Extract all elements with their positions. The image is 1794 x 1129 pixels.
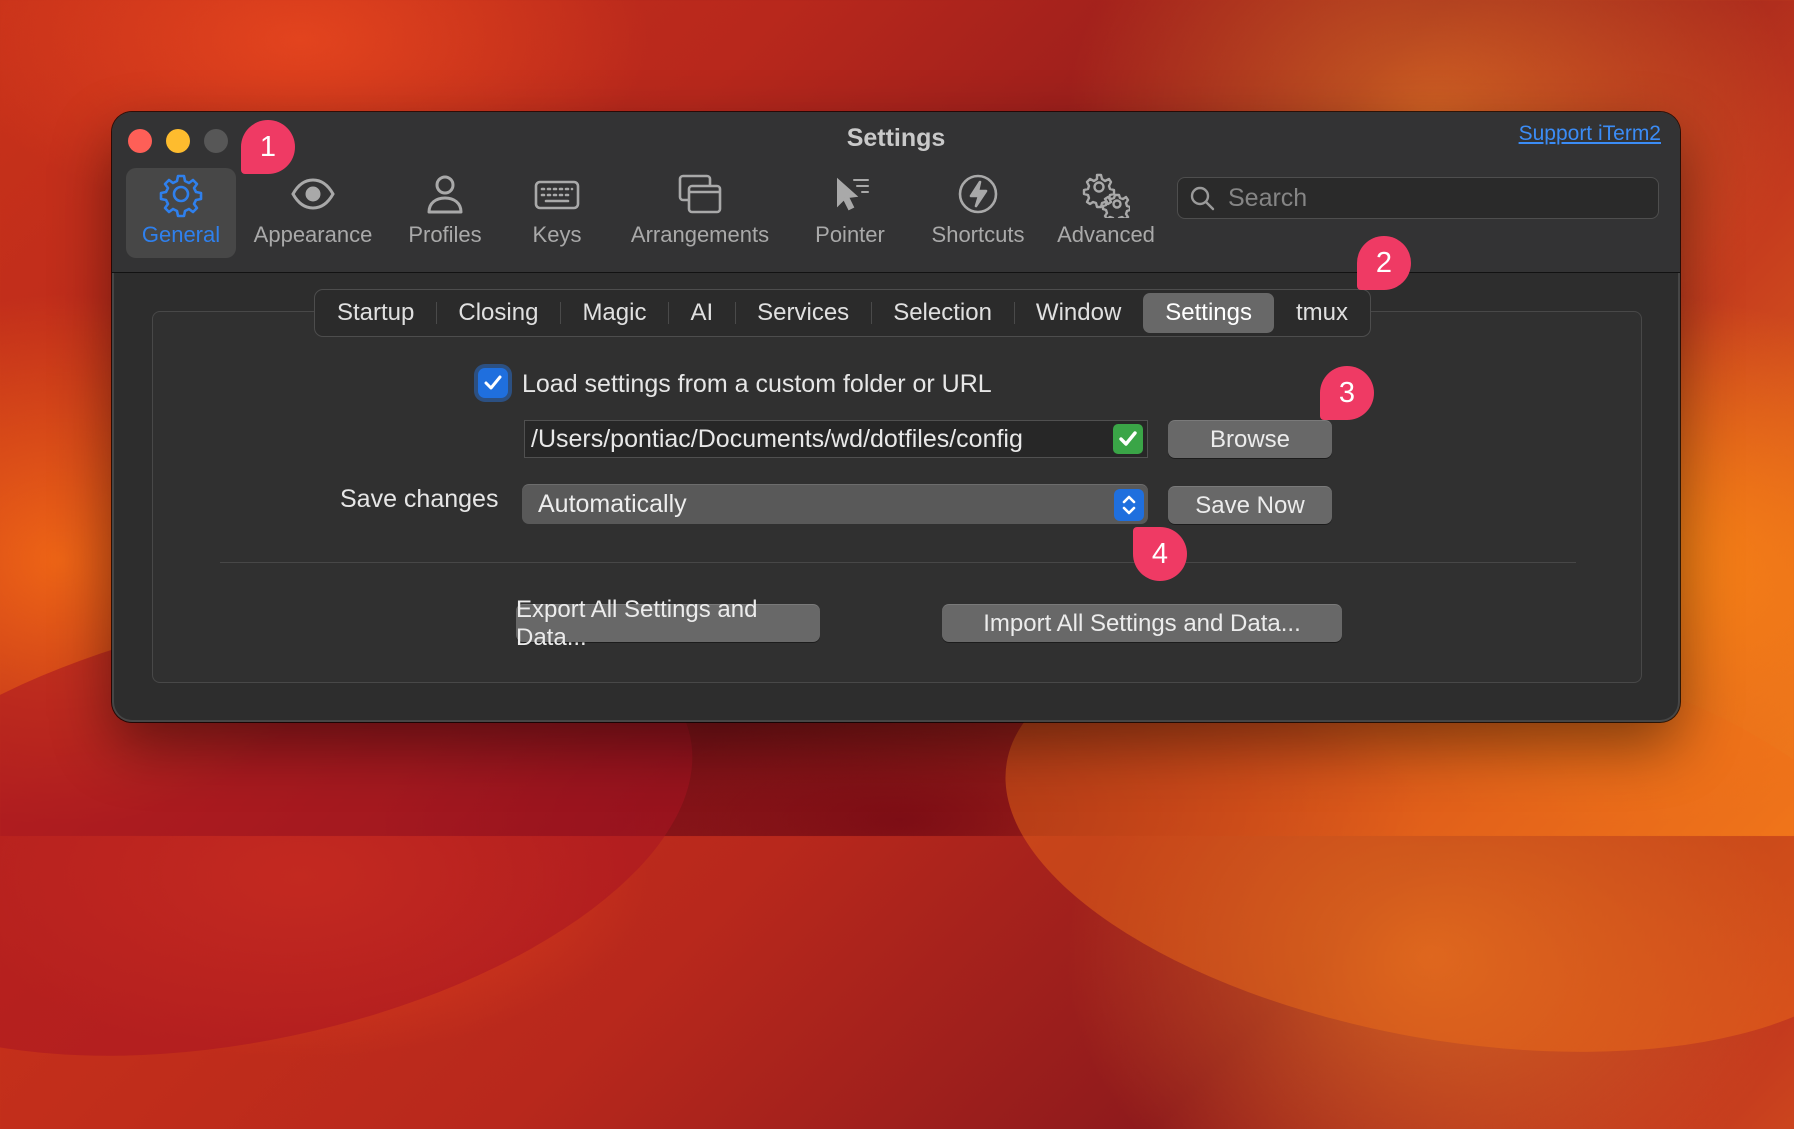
support-link[interactable]: Support iTerm2 bbox=[1519, 122, 1661, 146]
subtab-ai[interactable]: AI bbox=[668, 293, 735, 333]
tab-arrangements[interactable]: Arrangements bbox=[614, 168, 786, 258]
import-settings-button[interactable]: Import All Settings and Data... bbox=[942, 604, 1342, 642]
load-custom-checkbox[interactable] bbox=[478, 368, 508, 398]
pointer-icon bbox=[837, 177, 869, 211]
subtab-services[interactable]: Services bbox=[735, 293, 871, 333]
window-toolbar: Settings Support iTerm2 General Appearan… bbox=[112, 112, 1680, 273]
save-now-button[interactable]: Save Now bbox=[1168, 486, 1332, 524]
search-icon bbox=[1190, 186, 1215, 211]
save-changes-label: Save changes bbox=[340, 485, 499, 513]
section-divider bbox=[220, 562, 1576, 563]
annotation-badge: 3 bbox=[1320, 366, 1374, 420]
custom-folder-input[interactable] bbox=[525, 423, 1113, 455]
custom-folder-field[interactable] bbox=[524, 420, 1148, 458]
check-mark-icon bbox=[1113, 424, 1143, 454]
person-icon bbox=[427, 175, 463, 214]
window-title: Settings bbox=[846, 124, 946, 152]
gear-icon bbox=[159, 174, 203, 218]
tab-label: Advanced bbox=[1057, 222, 1155, 247]
search-input[interactable] bbox=[1226, 182, 1630, 214]
save-changes-value: Automatically bbox=[538, 490, 687, 518]
browse-button[interactable]: Browse bbox=[1168, 420, 1332, 458]
tab-profiles[interactable]: Profiles bbox=[390, 168, 500, 258]
tab-label: Shortcuts bbox=[931, 222, 1025, 247]
checkmark-icon bbox=[484, 375, 502, 390]
tab-label: Arrangements bbox=[630, 222, 770, 247]
tab-keys[interactable]: Keys bbox=[500, 168, 614, 258]
annotation-badge: 1 bbox=[241, 120, 295, 174]
subtab-settings[interactable]: Settings bbox=[1143, 293, 1274, 333]
subtab-selection[interactable]: Selection bbox=[871, 293, 1014, 333]
save-changes-select[interactable]: Automatically bbox=[522, 484, 1148, 524]
keyboard-icon bbox=[534, 180, 580, 210]
tab-label: Keys bbox=[532, 222, 582, 247]
subtab-closing[interactable]: Closing bbox=[436, 293, 560, 333]
tab-appearance[interactable]: Appearance bbox=[236, 168, 390, 258]
tab-shortcuts[interactable]: Shortcuts bbox=[914, 168, 1042, 258]
tab-advanced[interactable]: Advanced bbox=[1042, 168, 1170, 258]
subtab-tmux[interactable]: tmux bbox=[1274, 293, 1370, 333]
subtab-bar: Startup Closing Magic AI Services Select… bbox=[314, 289, 1372, 337]
tab-label: General bbox=[141, 222, 221, 247]
updown-chevron-icon bbox=[1114, 488, 1144, 521]
subtab-window[interactable]: Window bbox=[1013, 293, 1143, 333]
annotation-badge: 2 bbox=[1357, 236, 1411, 290]
export-settings-button[interactable]: Export All Settings and Data... bbox=[516, 596, 820, 651]
bolt-icon bbox=[958, 174, 998, 214]
tab-label: Appearance bbox=[253, 222, 373, 247]
eye-icon bbox=[291, 178, 335, 210]
tab-label: Profiles bbox=[408, 222, 482, 247]
settings-window: Settings Support iTerm2 General Appearan… bbox=[112, 112, 1680, 722]
windows-icon bbox=[678, 174, 722, 214]
search-field[interactable] bbox=[1177, 177, 1659, 219]
preference-tabs: General Appearance Profiles Keys Arrange… bbox=[126, 168, 1170, 258]
tab-general[interactable]: General bbox=[126, 168, 236, 258]
gears-icon bbox=[1082, 173, 1130, 218]
load-custom-label: Load settings from a custom folder or UR… bbox=[522, 370, 992, 398]
subtab-startup[interactable]: Startup bbox=[315, 293, 436, 333]
tab-label: Pointer bbox=[815, 222, 885, 247]
annotation-badge: 4 bbox=[1133, 527, 1187, 581]
subtab-magic[interactable]: Magic bbox=[560, 293, 668, 333]
tab-pointer[interactable]: Pointer bbox=[786, 168, 914, 258]
